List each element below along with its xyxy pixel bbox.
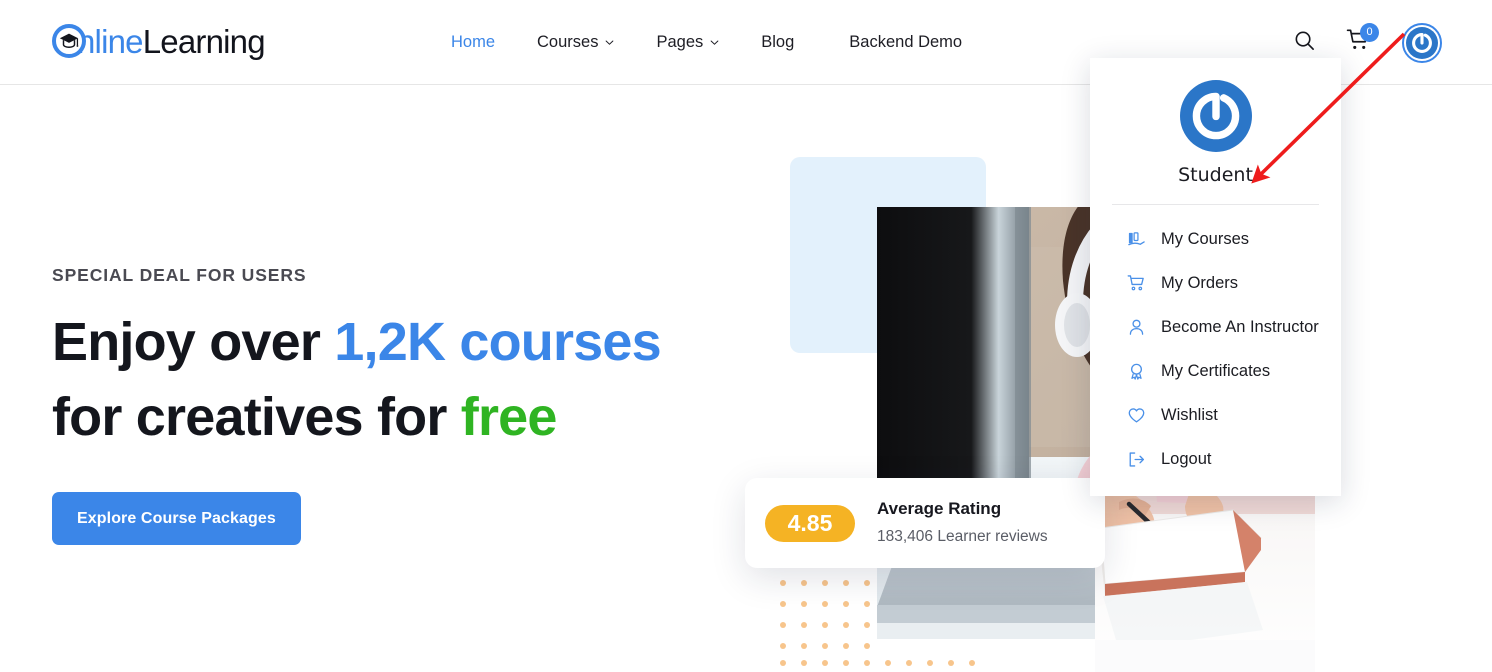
- nav-item-home[interactable]: Home: [430, 0, 516, 85]
- dropdown-avatar: [1179, 80, 1252, 152]
- nav-label: Blog: [761, 33, 795, 51]
- courses-icon: [1126, 229, 1146, 249]
- logout-icon: [1126, 449, 1146, 469]
- user-account-dropdown: Student My Courses My Orders Become An I…: [1090, 58, 1341, 496]
- logo-text-primary: nline: [77, 22, 144, 60]
- chevron-down-icon: [710, 38, 719, 47]
- dropdown-item-label: My Orders: [1161, 273, 1239, 292]
- explore-course-packages-button[interactable]: Explore Course Packages: [52, 492, 301, 545]
- headline-highlight-courses: 1,2K courses: [334, 312, 661, 372]
- nav-item-pages[interactable]: Pages: [635, 0, 740, 85]
- hero-headline: Enjoy over 1,2K courses for creatives fo…: [52, 305, 732, 454]
- certificate-badge-icon: [1126, 361, 1146, 381]
- dropdown-item-wishlist[interactable]: Wishlist: [1090, 393, 1341, 437]
- dropdown-item-label: My Courses: [1161, 229, 1250, 248]
- page-root: nlineLearning Home Courses Pages Blog Ba…: [0, 0, 1492, 672]
- nav-label: Backend Demo: [849, 33, 963, 51]
- headline-highlight-free: free: [460, 386, 558, 447]
- cart-button[interactable]: 0: [1336, 21, 1380, 65]
- dropdown-item-label: Logout: [1161, 449, 1212, 468]
- rating-score-badge: 4.85: [765, 504, 855, 542]
- nav-item-blog[interactable]: Blog: [740, 0, 815, 85]
- dropdown-item-label: Wishlist: [1161, 405, 1218, 424]
- main-navigation: Home Courses Pages Blog Backend Demo: [430, 0, 983, 85]
- dropdown-menu-list: My Courses My Orders Become An Instructo…: [1090, 205, 1341, 481]
- logo-text-secondary: Learning: [142, 22, 266, 60]
- power-avatar-icon: [1406, 26, 1438, 59]
- site-logo[interactable]: nlineLearning: [52, 16, 266, 66]
- heart-icon: [1126, 405, 1146, 425]
- dropdown-item-label: My Certificates: [1161, 361, 1271, 380]
- search-icon: [1293, 29, 1316, 57]
- headline-text-2: for creatives for: [52, 386, 461, 447]
- dropdown-item-logout[interactable]: Logout: [1090, 437, 1341, 481]
- nav-item-courses[interactable]: Courses: [516, 0, 635, 85]
- dropdown-item-my-courses[interactable]: My Courses: [1090, 217, 1341, 261]
- chevron-down-icon: [605, 38, 614, 47]
- rating-text-block: Average Rating 183,406 Learner reviews: [877, 496, 1048, 549]
- headline-text-1: Enjoy over: [52, 312, 335, 372]
- hero-photo-notebook: [1095, 480, 1315, 672]
- nav-item-backend-demo[interactable]: Backend Demo: [815, 0, 983, 85]
- graduation-cap-icon: [52, 24, 86, 58]
- rating-subtitle: 183,406 Learner reviews: [877, 527, 1048, 545]
- nav-label: Courses: [537, 33, 599, 51]
- cart-count-badge: 0: [1360, 22, 1379, 42]
- dropdown-item-become-an-instructor[interactable]: Become An Instructor: [1090, 305, 1341, 349]
- average-rating-card: 4.85 Average Rating 183,406 Learner revi…: [745, 478, 1105, 568]
- rating-title: Average Rating: [877, 499, 1002, 519]
- dropdown-item-my-certificates[interactable]: My Certificates: [1090, 349, 1341, 393]
- dropdown-item-label: Become An Instructor: [1161, 317, 1319, 336]
- dropdown-username: Student: [1178, 164, 1253, 186]
- shopping-cart-icon: [1126, 273, 1146, 293]
- decorative-dot-grid: [778, 578, 988, 666]
- nav-label: Home: [451, 33, 496, 51]
- user-avatar-button[interactable]: [1402, 22, 1442, 63]
- dropdown-item-my-orders[interactable]: My Orders: [1090, 261, 1341, 305]
- user-icon: [1126, 317, 1146, 337]
- hero-eyebrow: SPECIAL DEAL FOR USERS: [52, 265, 307, 285]
- nav-label: Pages: [656, 33, 704, 51]
